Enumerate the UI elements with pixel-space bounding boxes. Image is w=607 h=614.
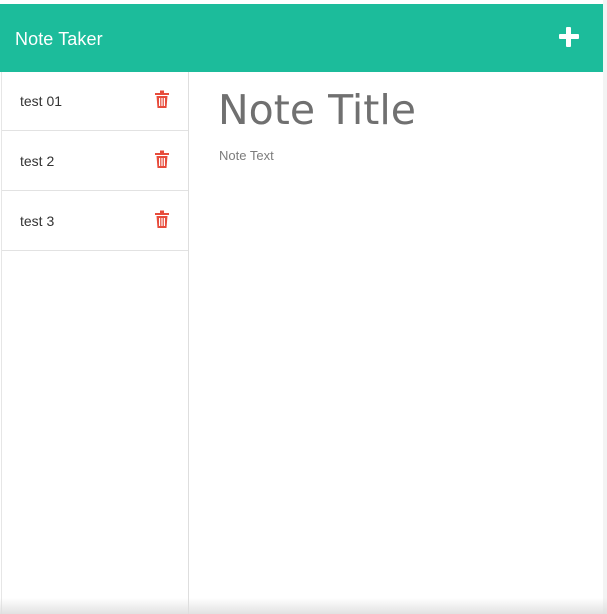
delete-note-button[interactable] [155, 210, 169, 228]
note-item[interactable]: test 3 [2, 191, 188, 251]
page-edge [603, 0, 607, 614]
note-taker-app: Note Taker test 01 test 2 test 3 Note Ti… [0, 0, 607, 614]
note-editor [189, 72, 603, 614]
delete-note-button[interactable] [155, 150, 169, 168]
note-title: test 2 [20, 152, 55, 169]
note-item[interactable]: test 01 [2, 72, 188, 131]
note-list: test 01 test 2 test 3 [2, 72, 188, 251]
plus-icon-vertical [566, 27, 571, 47]
app-brand[interactable]: Note Taker [15, 29, 103, 50]
trash-icon [155, 90, 169, 108]
app-header: Note Taker [0, 4, 603, 72]
note-title: test 01 [20, 93, 63, 109]
new-note-button[interactable] [556, 24, 582, 50]
delete-note-button[interactable] [155, 90, 169, 108]
note-item[interactable]: test 2 [2, 131, 188, 191]
trash-icon [155, 210, 169, 228]
note-title-input[interactable] [218, 82, 588, 138]
note-text-input[interactable] [219, 148, 589, 588]
note-title: test 3 [20, 212, 55, 229]
notes-sidebar: test 01 test 2 test 3 [1, 72, 189, 614]
trash-icon [155, 150, 169, 168]
